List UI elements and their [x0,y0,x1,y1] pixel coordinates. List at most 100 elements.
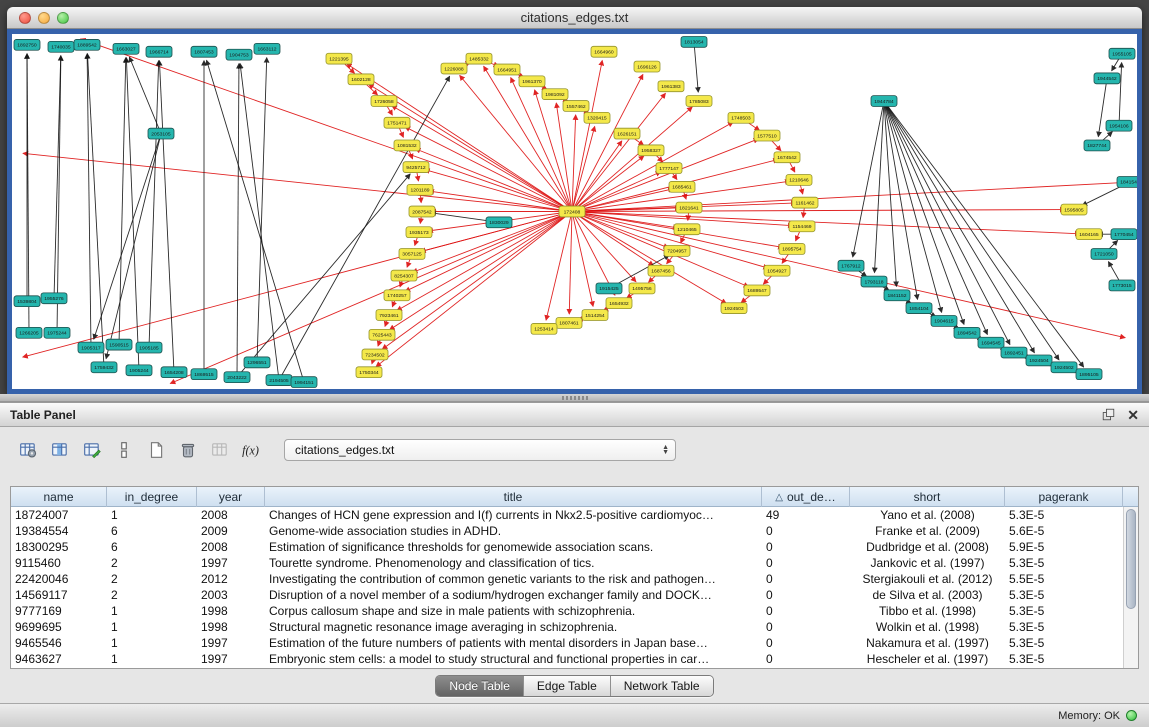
graph-node[interactable]: 1626151 [614,128,640,139]
graph-node[interactable]: 1961370 [519,76,545,87]
graph-node[interactable]: 1904753 [226,49,252,60]
graph-node[interactable]: 1841152 [884,290,910,301]
show-columns-button[interactable] [44,436,76,464]
graph-node[interactable]: 1961383 [658,81,684,92]
tab-network-table[interactable]: Network Table [611,676,713,696]
graph-node[interactable]: 1054927 [764,265,790,276]
graph-node[interactable]: 1685461 [669,181,695,192]
network-canvas[interactable]: 1724081221395160212817260581751471108153… [12,34,1137,389]
graph-node[interactable]: 1694545 [978,337,1004,348]
graph-node[interactable]: 1994151 [291,377,317,388]
graph-node[interactable]: 1595805 [1061,204,1087,215]
graph-node[interactable]: 1807461 [556,318,582,329]
graph-node[interactable]: 1296551 [244,357,270,368]
close-window-button[interactable] [19,12,31,24]
import-table-button[interactable] [204,436,236,464]
graph-node[interactable]: 1721050 [1091,248,1117,259]
graph-node[interactable]: 1955105 [1109,48,1135,59]
graph-node[interactable]: 1892750 [14,39,40,50]
graph-node[interactable]: 1663112 [254,43,280,54]
graph-node[interactable]: 1944784 [871,96,897,107]
graph-node[interactable]: 8254307 [391,270,417,281]
graph-node[interactable]: 1674542 [774,152,800,163]
graph-node[interactable]: 1830029 [486,217,512,228]
graph-node[interactable]: 1748503 [728,112,754,123]
graph-node[interactable]: 172408 [559,206,585,217]
delete-column-button[interactable] [172,436,204,464]
graph-node[interactable]: 1827744 [1084,140,1110,151]
graph-node[interactable]: 1904615 [931,316,957,327]
table-row[interactable]: 977716911998Corpus callosum shape and si… [11,603,1123,619]
column-header-in-degree[interactable]: in_degree [107,487,197,507]
table-row[interactable]: 1938455462009Genome-wide association stu… [11,523,1123,539]
graph-node[interactable]: 1854104 [906,303,932,314]
graph-node[interactable]: 1495756 [629,283,655,294]
graph-node[interactable]: 1813054 [681,36,707,47]
graph-node[interactable]: 1924503 [721,303,747,314]
graph-node[interactable]: 1889542 [74,39,100,50]
graph-node[interactable]: 1944542 [1094,73,1120,84]
table-row[interactable]: 946362711997Embryonic stem cells: a mode… [11,651,1123,667]
graph-node[interactable]: 1696126 [634,61,660,72]
graph-node[interactable]: 1514254 [582,310,608,321]
close-panel-icon[interactable]: ✕ [1127,408,1139,422]
graph-node[interactable]: 1740035 [48,41,74,52]
graph-node[interactable]: 1773015 [1109,280,1135,291]
graph-node[interactable]: 1226088 [441,63,467,74]
graph-node[interactable]: 1557462 [563,101,589,112]
graph-node[interactable]: 1577510 [754,130,780,141]
graph-node[interactable]: 7204957 [664,246,690,257]
graph-node[interactable]: 3057125 [399,248,425,259]
column-header-short[interactable]: short [850,487,1005,507]
function-builder-button[interactable]: f(x) [236,436,268,464]
table-scrollbar[interactable] [1123,507,1138,668]
table-row[interactable]: 1830029562008Estimation of significance … [11,539,1123,555]
column-header-name[interactable]: name [11,487,107,507]
graph-node[interactable]: 1895754 [779,244,805,255]
graph-node[interactable]: 1767912 [838,260,864,271]
column-header-out-de-[interactable]: △out_de… [762,487,850,507]
table-row[interactable]: 911546021997Tourette syndrome. Phenomeno… [11,555,1123,571]
tab-edge-table[interactable]: Edge Table [524,676,611,696]
graph-node[interactable]: 1320415 [584,112,610,123]
graph-node[interactable]: 1689547 [744,285,770,296]
graph-node[interactable]: 1807453 [191,46,217,57]
row-tools-button[interactable] [108,436,140,464]
graph-node[interactable]: 1663027 [113,43,139,54]
graph-node[interactable]: 1687456 [648,265,674,276]
graph-node[interactable]: 1750344 [356,367,382,378]
graph-node[interactable]: 1266205 [16,327,42,338]
graph-node[interactable]: 1751471 [384,117,410,128]
graph-node[interactable]: 1905185 [136,342,162,353]
graph-node[interactable]: 1955276 [41,293,67,304]
graph-node[interactable]: 1958327 [638,145,664,156]
graph-node[interactable]: 1590515 [106,339,132,350]
graph-node[interactable]: 1892451 [1001,347,1027,358]
column-header-title[interactable]: title [265,487,762,507]
graph-node[interactable]: 1777147 [656,163,682,174]
graph-node[interactable]: 1821641 [676,202,702,213]
graph-node[interactable]: 7234502 [362,349,388,360]
graph-node[interactable]: 1081532 [394,140,420,151]
graph-node[interactable]: 2194505 [266,375,292,386]
graph-node[interactable]: 1485332 [466,53,492,64]
graph-node[interactable]: 1894542 [954,327,980,338]
graph-node[interactable]: 1954106 [1106,120,1132,131]
graph-node[interactable]: 1905244 [126,365,152,376]
table-scrollbar-thumb[interactable] [1126,509,1136,609]
window-titlebar[interactable]: citations_edges.txt [7,7,1142,29]
graph-node[interactable]: 1210646 [786,175,812,186]
graph-node[interactable]: 1664951 [494,64,520,75]
graph-node[interactable]: 1793118 [861,276,887,287]
graph-node[interactable]: 1539804 [14,296,40,307]
graph-node[interactable]: 2043222 [224,372,250,383]
float-panel-icon[interactable] [1102,408,1115,421]
graph-node[interactable]: 1602128 [348,74,374,85]
graph-node[interactable]: 1924504 [1026,355,1052,366]
graph-node[interactable]: 1759432 [91,362,117,373]
panel-divider[interactable] [0,394,1149,402]
graph-node[interactable]: 1726058 [371,96,397,107]
graph-node[interactable]: 1740257 [384,290,410,301]
graph-node[interactable]: 1770454 [1111,229,1137,240]
graph-node[interactable]: 1905317 [78,342,104,353]
